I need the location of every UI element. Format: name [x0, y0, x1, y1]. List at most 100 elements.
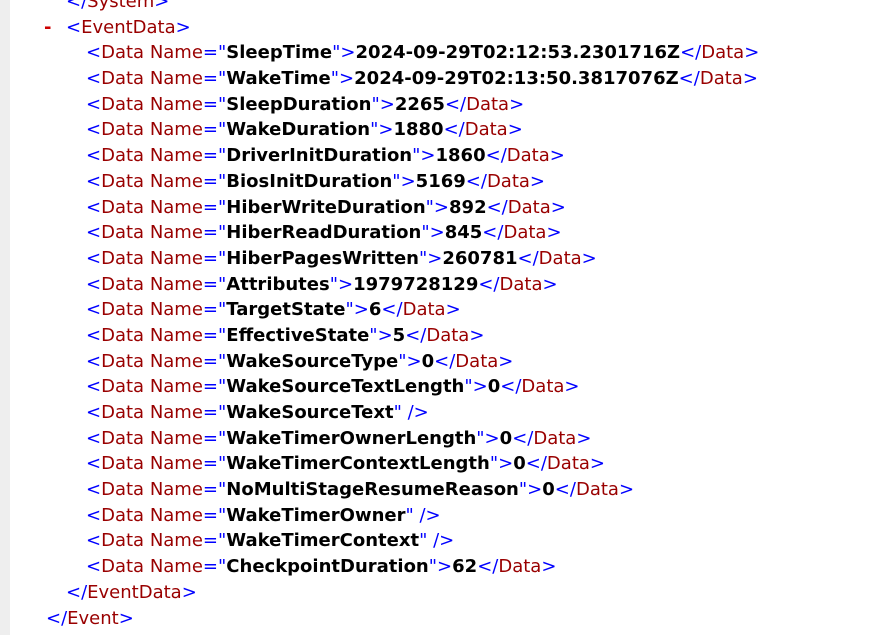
data-line: <Data Name="Attributes">1979728129</Data… — [86, 273, 558, 295]
data-name-value: HiberReadDuration — [226, 222, 422, 244]
data-value: 260781 — [442, 247, 518, 269]
data-value: 0 — [499, 427, 513, 449]
data-value: 845 — [444, 222, 483, 244]
data-tag-name: Data — [402, 299, 446, 321]
data-tag-name: Data — [503, 222, 547, 244]
attr-name: Name — [149, 556, 203, 578]
data-tag-name: Data — [101, 222, 145, 244]
data-tag-name: Data — [101, 170, 145, 192]
data-value: 62 — [452, 556, 478, 578]
data-line: <Data Name="SleepTime">2024-09-29T02:12:… — [86, 42, 760, 64]
data-name-value: WakeDuration — [226, 119, 371, 141]
event-data-open-line: - <EventData> — [0, 15, 896, 41]
data-tag-name: Data — [101, 93, 145, 115]
data-name-value: Attributes — [226, 273, 330, 295]
system-close-tag: System — [87, 0, 155, 12]
data-line: <Data Name="HiberReadDuration">845</Data… — [86, 222, 562, 244]
data-name-value: WakeTime — [226, 68, 331, 90]
data-name-value: TargetState — [226, 299, 346, 321]
attr-name: Name — [149, 376, 203, 398]
attr-name: Name — [149, 350, 203, 372]
attr-name: Name — [149, 324, 203, 346]
data-tag-name: Data — [575, 479, 619, 501]
data-name-value: WakeTimerContext — [226, 530, 420, 552]
data-line: <Data Name="TargetState">6</Data> — [86, 299, 461, 321]
data-tag-name: Data — [699, 68, 743, 90]
data-tag-name: Data — [101, 196, 145, 218]
data-value: 1880 — [393, 119, 444, 141]
data-value: 0 — [421, 350, 435, 372]
data-tag-name: Data — [426, 324, 470, 346]
data-line: <Data Name="WakeTimerOwnerLength">0</Dat… — [86, 427, 592, 449]
data-value: 2024-09-29T02:13:50.3817076Z — [354, 68, 679, 90]
data-value: 0 — [487, 376, 501, 398]
data-line: <Data Name="HiberWriteDuration">892</Dat… — [86, 196, 566, 218]
data-name-value: WakeSourceType — [226, 350, 399, 372]
data-line: <Data Name="WakeTime">2024-09-29T02:13:5… — [86, 68, 758, 90]
data-name-value: WakeTimerContextLength — [226, 453, 490, 475]
data-tag-name: Data — [101, 402, 145, 423]
data-name-value: NoMultiStageResumeReason — [226, 479, 519, 501]
xml-view: </System> - <EventData> <Data Name="Sleep… — [0, 0, 896, 631]
data-line: <Data Name="NoMultiStageResumeReason">0<… — [86, 479, 635, 501]
attr-name: Name — [149, 402, 203, 423]
data-line: <Data Name="WakeDuration">1880</Data> — [86, 119, 523, 141]
attr-name: Name — [149, 196, 203, 218]
data-tag-name: Data — [101, 427, 145, 449]
data-tag-name: Data — [538, 247, 582, 269]
data-name-value: WakeTimerOwner — [226, 504, 406, 526]
data-tag-name: Data — [498, 556, 542, 578]
data-line: <Data Name="CheckpointDuration">62</Data… — [86, 556, 557, 578]
data-line: <Data Name="WakeTimerOwner" /> — [86, 504, 441, 526]
data-name-value: SleepDuration — [226, 93, 372, 115]
data-line: <Data Name="HiberPagesWritten">260781</D… — [86, 247, 597, 269]
attr-name: Name — [149, 42, 203, 64]
collapse-toggle[interactable]: - — [44, 15, 51, 41]
data-tag-name: Data — [101, 247, 145, 269]
attr-name: Name — [149, 273, 203, 295]
event-data-close-tag: EventData — [87, 581, 182, 603]
system-close-line: </System> — [0, 0, 896, 15]
data-line: <Data Name="WakeTimerContextLength">0</D… — [86, 453, 605, 475]
data-name-value: DriverInitDuration — [226, 145, 413, 167]
data-tag-name: Data — [466, 93, 510, 115]
data-name-value: WakeSourceText — [226, 402, 394, 423]
data-tag-name: Data — [101, 273, 145, 295]
data-name-value: BiosInitDuration — [226, 170, 393, 192]
attr-name: Name — [149, 530, 203, 552]
data-name-value: WakeTimerOwnerLength — [226, 427, 477, 449]
data-name-value: EffectiveState — [226, 324, 370, 346]
data-name-value: WakeSourceTextLength — [226, 376, 465, 398]
attr-name: Name — [149, 504, 203, 526]
attr-name: Name — [149, 145, 203, 167]
data-tag-name: Data — [546, 453, 590, 475]
data-tag-name: Data — [101, 556, 145, 578]
data-tag-name: Data — [506, 145, 550, 167]
data-tag-name: Data — [101, 299, 145, 321]
data-value: 892 — [449, 196, 487, 218]
data-line: <Data Name="WakeTimerContext" /> — [86, 530, 455, 552]
attr-name: Name — [149, 247, 203, 269]
attr-name: Name — [149, 170, 203, 192]
data-tag-name: Data — [455, 350, 499, 372]
data-tag-name: Data — [101, 119, 145, 141]
data-tag-name: Data — [533, 427, 577, 449]
data-value: 6 — [368, 299, 382, 321]
data-value: 0 — [513, 453, 526, 475]
data-tag-name: Data — [521, 376, 565, 398]
data-tag-name: Data — [701, 42, 745, 64]
data-name-value: CheckpointDuration — [226, 556, 429, 578]
data-lines: <Data Name="SleepTime">2024-09-29T02:12:… — [0, 40, 896, 579]
data-line: <Data Name="WakeSourceTextLength">0</Dat… — [86, 376, 580, 398]
data-value: 2265 — [394, 93, 445, 115]
data-tag-name: Data — [101, 145, 145, 167]
data-tag-name: Data — [101, 42, 145, 64]
data-tag-name: Data — [101, 479, 145, 501]
data-value: 2024-09-29T02:12:53.2301716Z — [355, 42, 681, 64]
data-tag-name: Data — [486, 170, 530, 192]
data-tag-name: Data — [101, 376, 145, 398]
data-value: 1860 — [435, 145, 486, 167]
data-line: <Data Name="SleepDuration">2265</Data> — [86, 93, 525, 115]
data-line: <Data Name="WakeSourceType">0</Data> — [86, 350, 514, 372]
data-tag-name: Data — [499, 273, 543, 295]
